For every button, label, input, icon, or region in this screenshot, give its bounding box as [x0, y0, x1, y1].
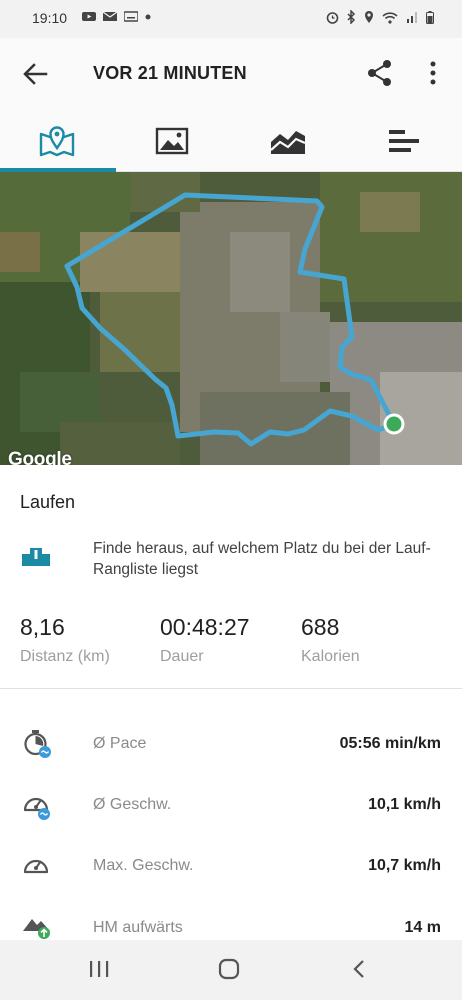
notification-icons — [82, 11, 151, 22]
route-end-marker — [383, 413, 405, 435]
pace-clock-icon — [24, 730, 51, 758]
metric-label: Ø Pace — [93, 735, 147, 752]
duration-value: 00:48:27 — [160, 614, 250, 640]
distance-value: 8,16 — [20, 614, 65, 640]
metric-row-avg-speed: Ø Geschw. 10,1 km/h — [0, 792, 462, 852]
bars-icon — [389, 130, 419, 152]
distance-stat: 8,16 Distanz (km) — [20, 614, 110, 666]
leaderboard-link[interactable]: Finde heraus, auf welchem Platz du bei d… — [20, 536, 450, 586]
metric-value: 10,1 km/h — [368, 796, 441, 813]
elevation-up-icon — [23, 919, 50, 939]
metric-label: HM aufwärts — [93, 919, 183, 936]
app-bar: VOR 21 MINUTEN — [0, 38, 462, 108]
page-title: VOR 21 MINUTEN — [93, 63, 247, 83]
metric-row-pace: Ø Pace 05:56 min/km — [0, 730, 462, 791]
area-chart-icon — [270, 131, 306, 154]
youtube-icon — [82, 12, 96, 21]
tab-details[interactable] — [347, 108, 462, 172]
route-map[interactable]: Google — [0, 172, 462, 465]
system-nav-bar — [0, 940, 462, 1000]
calories-label: Kalorien — [301, 648, 360, 665]
location-icon — [365, 11, 373, 23]
google-attribution: Google — [8, 449, 72, 465]
tab-bar — [0, 108, 462, 172]
dot-icon — [145, 14, 151, 19]
metric-value: 05:56 min/km — [339, 735, 441, 752]
back-arrow-icon[interactable] — [20, 60, 50, 88]
more-options-icon[interactable] — [423, 58, 443, 88]
map-pin-icon — [39, 126, 75, 157]
metric-value: 14 m — [404, 919, 441, 936]
activity-type: Laufen — [20, 492, 76, 512]
metric-label: Ø Geschw. — [93, 796, 172, 813]
wifi-icon — [382, 11, 398, 24]
route-line — [64, 192, 405, 447]
bluetooth-icon — [347, 10, 356, 24]
share-icon[interactable] — [366, 58, 394, 88]
duration-label: Dauer — [160, 648, 204, 665]
calories-value: 688 — [301, 614, 340, 640]
keyboard-icon — [124, 11, 138, 22]
mail-icon — [103, 11, 117, 21]
metric-value: 10,7 km/h — [368, 857, 441, 874]
podium-icon — [22, 548, 50, 566]
alarm-icon — [326, 11, 339, 24]
image-icon — [155, 127, 189, 155]
speedometer-max-icon — [23, 859, 49, 874]
status-bar: 19:10 — [0, 0, 462, 38]
calories-stat: 688 Kalorien — [301, 614, 360, 666]
duration-stat: 00:48:27 Dauer — [160, 614, 250, 666]
metric-label: Max. Geschw. — [93, 857, 194, 874]
back-nav-icon[interactable] — [349, 958, 369, 980]
metric-row-max-speed: Max. Geschw. 10,7 km/h — [0, 853, 462, 913]
speedometer-avg-icon — [23, 797, 50, 820]
section-divider — [0, 688, 462, 689]
tab-map[interactable] — [0, 108, 115, 172]
system-icons — [326, 10, 434, 24]
recent-apps-icon[interactable] — [88, 958, 110, 980]
battery-icon — [426, 10, 434, 24]
tab-charts[interactable] — [231, 108, 346, 172]
home-icon[interactable] — [217, 958, 241, 980]
distance-label: Distanz (km) — [20, 648, 110, 665]
tab-photos[interactable] — [115, 108, 230, 172]
signal-icon — [407, 12, 417, 23]
leaderboard-text: Finde heraus, auf welchem Platz du bei d… — [93, 540, 431, 578]
status-time: 19:10 — [32, 10, 68, 26]
